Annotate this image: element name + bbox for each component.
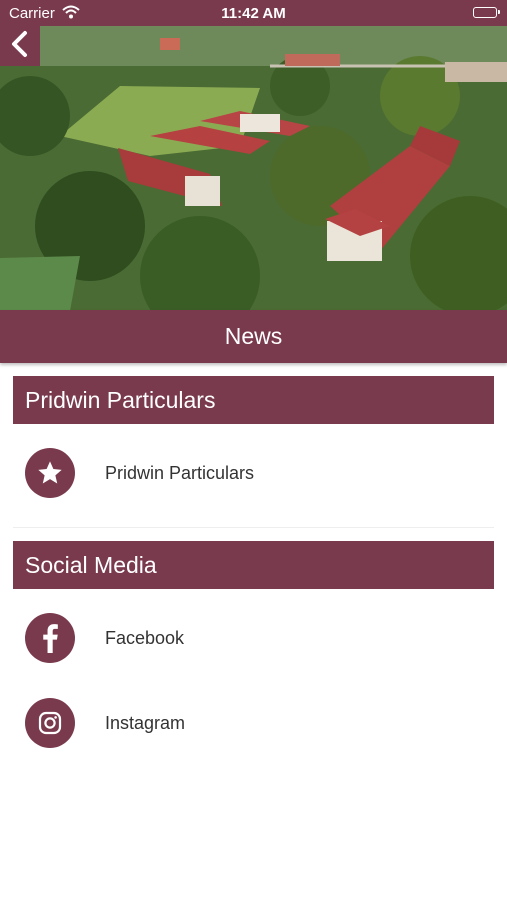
list-item-label: Pridwin Particulars — [105, 462, 255, 483]
chevron-left-icon — [9, 30, 31, 63]
instagram-icon — [25, 698, 75, 748]
section-header-social-media: Social Media — [13, 541, 494, 589]
battery-icon — [473, 7, 500, 18]
facebook-icon — [25, 613, 75, 663]
list-item-label: Instagram — [105, 712, 186, 733]
list-item-instagram[interactable]: Instagram — [13, 688, 494, 758]
section-title: Pridwin Particulars — [25, 386, 216, 413]
status-bar: Carrier 11:42 AM — [0, 0, 507, 26]
list-item-facebook[interactable]: Facebook — [13, 603, 494, 673]
star-icon — [25, 448, 75, 498]
list-item-pridwin-particulars[interactable]: Pridwin Particulars — [13, 438, 494, 508]
hero-image — [0, 26, 507, 310]
back-button[interactable] — [0, 26, 40, 66]
clock: 11:42 AM — [221, 5, 286, 22]
list-item-label: Facebook — [105, 627, 185, 648]
section-header-pridwin-particulars: Pridwin Particulars — [13, 376, 494, 424]
divider — [13, 527, 494, 528]
section-title: Social Media — [25, 551, 157, 578]
page-title-bar: News — [0, 310, 507, 363]
page-title: News — [224, 323, 283, 349]
